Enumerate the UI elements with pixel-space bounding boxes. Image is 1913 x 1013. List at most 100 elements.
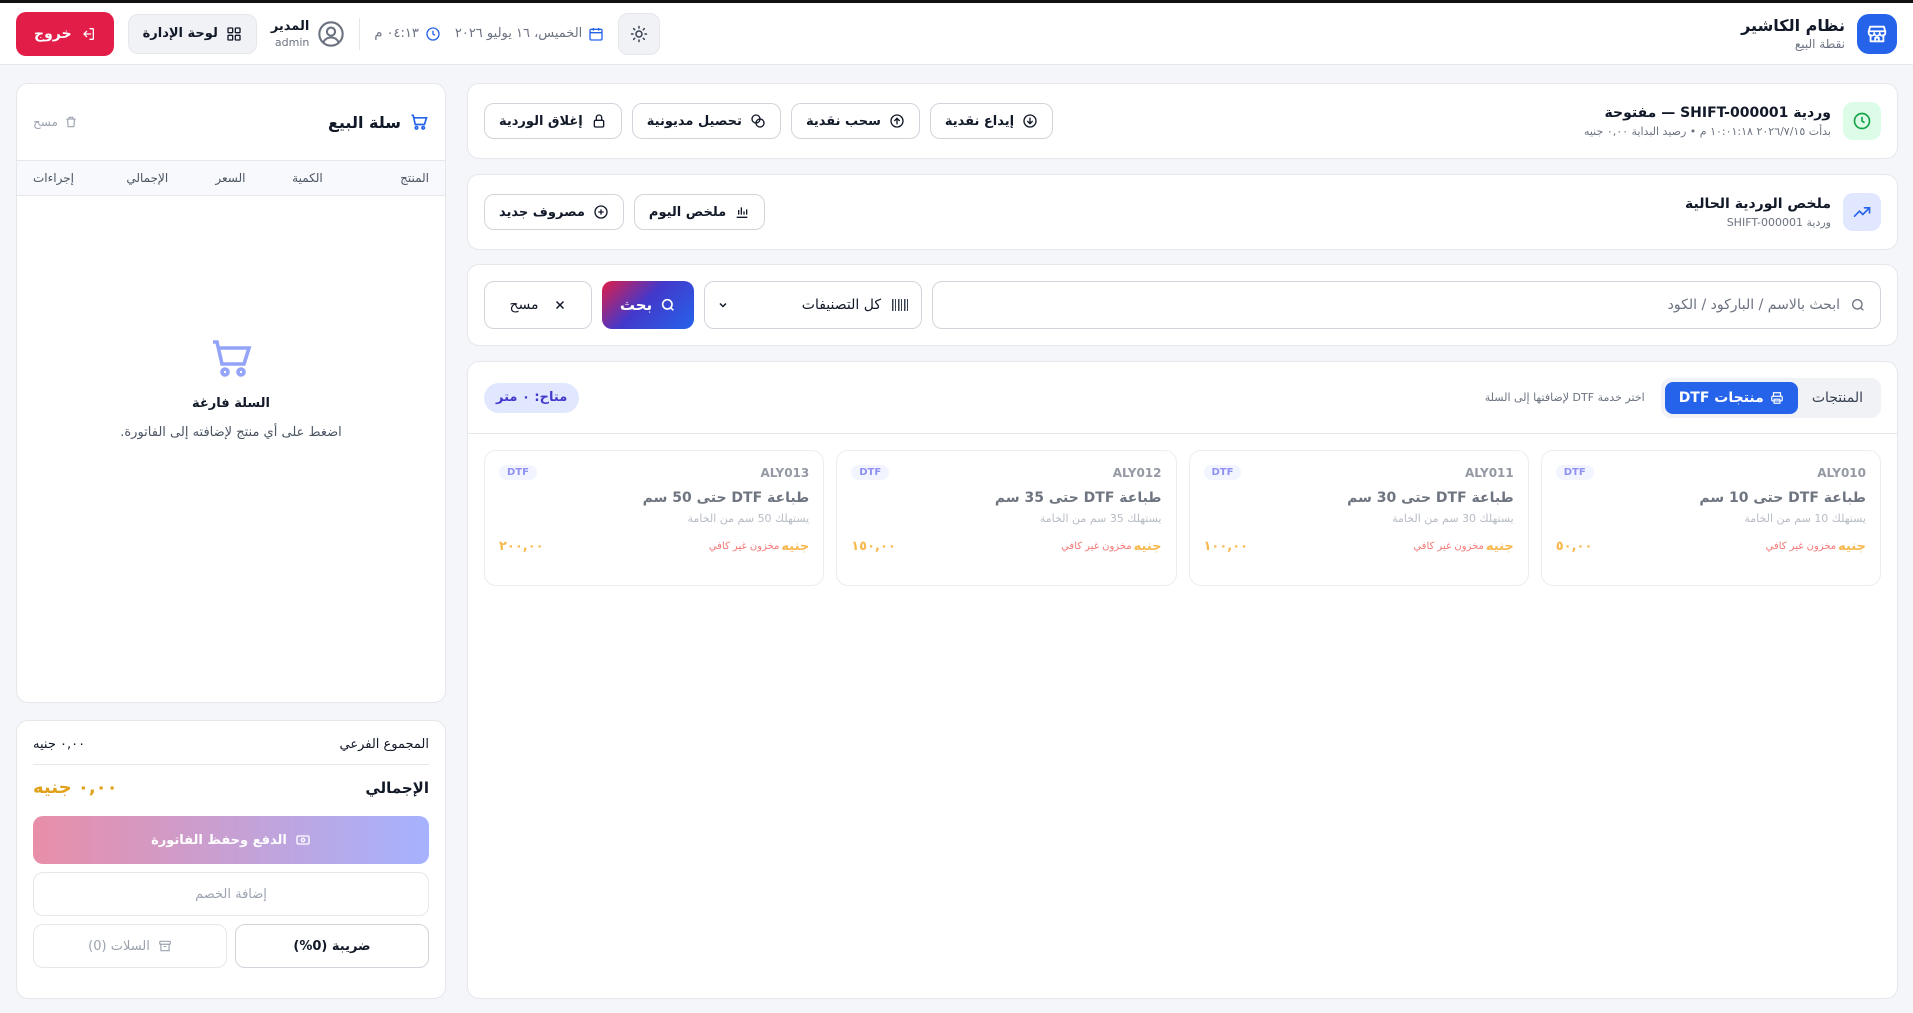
product-grid: ALY010 DTF طباعة DTF حتى 10 سم يستهلك 10… [468,434,1897,602]
empty-cart-icon [213,340,252,377]
app-subtitle: نقطة البيع [1794,37,1845,51]
col-qty: الكمية [292,171,323,185]
close-shift-label: إغلاق الوردية [499,113,583,129]
logout-button[interactable]: خروج [16,11,114,56]
checkout-panel: المجموع الفرعي ٠,٠٠ جنيه الإجمالي ٠,٠٠ ج… [16,720,446,999]
product-name: طباعة DTF حتى 30 سم [1347,490,1514,506]
clock-icon [426,26,440,41]
store-icon [1857,13,1897,54]
empty-cart-subtitle: اضغط على أي منتج لإضافته إلى الفاتورة. [120,425,342,440]
shift-summary-panel: ملخص الوردية الحالية وردية SHIFT-000001 … [467,174,1898,250]
add-discount-button[interactable]: إضافة الخصم [33,872,429,916]
product-badge: DTF [499,465,537,480]
search-icon [662,298,675,311]
product-stock-status: مخزون غير كافي [1061,541,1132,552]
products-panel: المنتجات منتجات DTF اختر خدمة DTF لإضافت… [467,361,1898,999]
product-card[interactable]: ALY013 DTF طباعة DTF حتى 50 سم يستهلك 50… [484,450,825,586]
category-value: كل التصنيفات [801,297,881,313]
search-button-label: بحث [619,296,653,314]
cash-deposit-label: إيداع نقدية [944,113,1015,129]
user-avatar-icon [318,20,345,47]
summary-subtitle: وردية SHIFT-000001 [1726,215,1831,229]
theme-toggle-button[interactable] [618,12,661,55]
product-currency: جنيه [1133,539,1162,554]
brand: نظام الكاشير نقطة البيع [1741,13,1897,54]
new-expense-button[interactable]: مصروف جديد [484,194,624,230]
product-badge: DTF [1203,465,1242,480]
trash-icon [66,116,76,128]
tax-button[interactable]: ضريبة (0%) [235,924,429,968]
product-badge: DTF [1555,465,1594,480]
saved-carts-button[interactable]: السلات (0) [33,924,227,968]
cash-withdraw-button[interactable]: سحب نقدية [790,103,920,139]
product-desc: يستهلك 50 سم من الخامة [687,512,810,525]
trending-up-icon [1843,193,1881,231]
product-card[interactable]: ALY010 DTF طباعة DTF حتى 10 سم يستهلك 10… [1540,450,1881,586]
app-header: نظام الكاشير نقطة البيع الخميس، ١٦ يوليو… [0,3,1913,65]
clear-search-button[interactable]: مسح [484,281,592,329]
pay-and-save-label: الدفع وحفظ الفاتورة [151,832,287,848]
lock-icon [593,114,605,128]
admin-dashboard-button[interactable]: لوحة الإدارة [127,13,257,54]
tax-label: ضريبة (0%) [293,938,371,954]
admin-dashboard-label: لوحة الإدارة [142,26,218,41]
product-price: ٥٠,٠٠ [1555,539,1593,554]
product-desc: يستهلك 35 سم من الخامة [1039,512,1162,525]
tab-dtf-products[interactable]: منتجات DTF [1664,381,1798,414]
close-shift-button[interactable]: إغلاق الوردية [484,103,622,139]
day-summary-label: ملخص اليوم [648,204,727,220]
user-name: المدير [270,18,310,34]
time-text: ٠٤:١٣ م [374,26,419,41]
tab-dtf-label: منتجات DTF [1678,389,1764,406]
shift-subtitle: بدأت ٢٠٢٦/٧/١٥ ١٠:٠١:١٨ م • رصيد البداية… [1583,124,1831,138]
product-price: ٢٠٠,٠٠ [499,539,544,554]
cash-withdraw-label: سحب نقدية [805,113,881,129]
subtotal-row: المجموع الفرعي ٠,٠٠ جنيه [33,737,429,752]
subtotal-value: ٠,٠٠ جنيه [33,737,86,752]
product-card[interactable]: ALY012 DTF طباعة DTF حتى 35 سم يستهلك 35… [836,450,1177,586]
search-placeholder: ابحث بالاسم / الباركود / الكود [1667,297,1840,313]
cart-panel: سلة البيع مسح المنتج الكمية السعر الإجما… [16,83,446,703]
bar-chart-icon [736,207,748,218]
product-desc: يستهلك 30 سم من الخامة [1392,512,1514,525]
cart-clear-label: مسح [33,115,58,129]
search-icon [1852,299,1864,311]
barcode-icon [892,299,908,311]
coins-icon [751,114,765,128]
tab-products[interactable]: المنتجات [1798,382,1877,414]
empty-cart: السلة فارغة اضغط على أي منتج لإضافته إلى… [17,334,445,440]
day-summary-button[interactable]: ملخص اليوم [633,194,766,230]
collect-debt-button[interactable]: تحصيل مديونية [631,103,781,139]
product-badge: DTF [851,465,890,480]
summary-divider [33,764,429,765]
product-code: ALY011 [1464,465,1514,480]
col-total: الإجمالي [126,171,169,185]
date-display: الخميس، ١٦ يوليو ٢٠٢٦ [455,26,604,42]
product-price: ١٠٠,٠٠ [1203,539,1249,554]
product-stock-status: مخزون غير كافي [1765,541,1837,552]
category-select[interactable]: كل التصنيفات [704,281,922,329]
cart-clear-button[interactable]: مسح [33,115,78,129]
search-button[interactable]: بحث [602,281,694,329]
new-expense-label: مصروف جديد [499,204,585,220]
total-value: ٠,٠٠ جنيه [33,777,118,798]
product-name: طباعة DTF حتى 10 سم [1699,490,1866,506]
header-divider [359,17,361,50]
search-input[interactable]: ابحث بالاسم / الباركود / الكود [932,281,1881,329]
saved-carts-label: السلات (0) [88,938,150,954]
printer-icon [1770,391,1783,404]
pay-and-save-button[interactable]: الدفع وحفظ الفاتورة [33,816,429,864]
product-stock-status: مخزون غير كافي [1413,541,1484,552]
sun-icon [631,25,648,42]
product-code: ALY010 [1817,465,1866,480]
clear-search-label: مسح [509,297,539,313]
product-stock-status: مخزون غير كافي [708,541,780,552]
product-currency: جنيه [1485,539,1514,554]
arrow-up-circle-icon [890,114,904,128]
cash-deposit-button[interactable]: إيداع نقدية [929,103,1054,139]
total-label: الإجمالي [365,778,429,797]
product-card[interactable]: ALY011 DTF طباعة DTF حتى 30 سم يستهلك 30… [1188,450,1529,586]
logout-label: خروج [34,25,72,42]
col-actions: إجراءات [33,171,74,185]
product-price: ١٥٠,٠٠ [851,539,896,554]
